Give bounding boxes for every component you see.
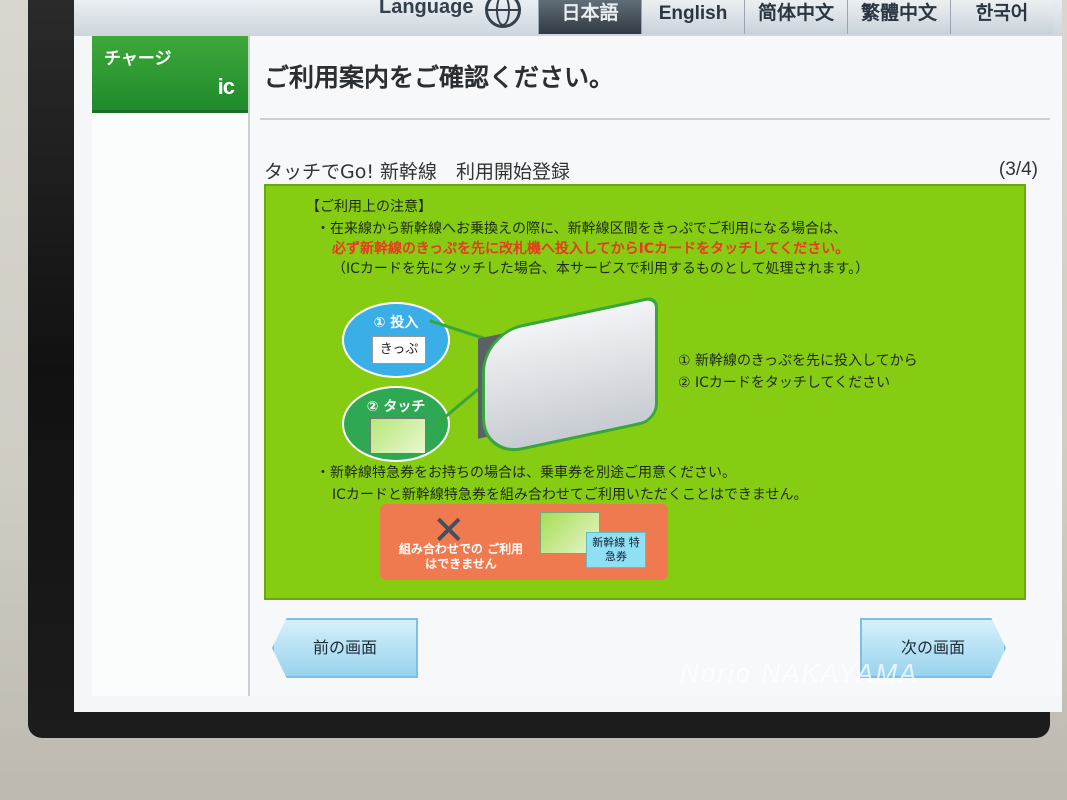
express-ticket-icon: 新幹線 特急券 (586, 532, 646, 568)
step-2-text: ② ICカードをタッチしてください (678, 375, 891, 391)
language-tab-korean[interactable]: 한국어 (950, 0, 1053, 34)
guidance-panel: 【ご利用上の注意】 ・在来線から新幹線へお乗換えの際に、新幹線区間をきっぷでご利… (264, 184, 1026, 600)
photographer-watermark: Norio NAKAYAMA (680, 658, 919, 688)
insert-ticket-bubble: ① 投入 きっぷ (342, 302, 450, 378)
page-title: ご利用案内をご確認ください。 (264, 63, 615, 92)
language-label: Language (379, 0, 474, 18)
ticket-gate-illustration (482, 295, 658, 459)
notice-bullet-1-note: （ICカードを先にタッチした場合、本サービスで利用するものとして処理されます。） (332, 261, 870, 277)
charge-label: チャージ (104, 49, 172, 69)
notice-bullet-1-warning: 必ず新幹線のきっぷを先に改札機へ投入してからICカードをタッチしてください。 (332, 241, 850, 257)
section-title: タッチでGo! 新幹線 利用開始登録 (264, 161, 571, 183)
suica-card-icon (370, 418, 426, 454)
sidebar: チャージ ic (92, 36, 250, 696)
language-tab-traditional-chinese[interactable]: 繁體中文 (847, 0, 950, 34)
screen-bezel: Language 日本語 English 简体中文 繁體中文 한국어 チャージ … (28, 0, 1062, 738)
ticket-machine-screen: Language 日本語 English 简体中文 繁體中文 한국어 チャージ … (74, 0, 1062, 712)
language-tab-english[interactable]: English (641, 0, 744, 34)
sidebar-item-charge[interactable]: チャージ ic (92, 36, 248, 113)
touch-step-title: ② タッチ (366, 399, 426, 415)
notice-bullet-2-line2: ICカードと新幹線特急券を組み合わせてご利用いただくことはできません。 (332, 487, 808, 503)
notice-bullet-2: ・新幹線特急券をお持ちの場合は、乗車券を別途ご用意ください。 (316, 465, 736, 481)
language-tab-simplified-chinese[interactable]: 简体中文 (744, 0, 847, 34)
ic-card-icon: ic (217, 74, 235, 99)
previous-screen-button[interactable]: 前の画面 (272, 618, 418, 678)
language-bar: Language 日本語 English 简体中文 繁體中文 한국어 (74, 0, 1062, 36)
combination-warning: ✕ 組み合わせでの ご利用はできません 新幹線 特急券 (380, 504, 668, 580)
step-1-text: ① 新幹線のきっぷを先に投入してから (678, 353, 918, 369)
combination-warning-text: 組み合わせでの ご利用はできません (398, 542, 524, 571)
language-tab-japanese[interactable]: 日本語 (538, 0, 641, 34)
notice-bullet-1: ・在来線から新幹線へお乗換えの際に、新幹線区間をきっぷでご利用になる場合は、 (316, 221, 848, 237)
notice-heading: 【ご利用上の注意】 (306, 199, 432, 215)
main-content: ご利用案内をご確認ください。 タッチでGo! 新幹線 利用開始登録 (3/4) … (250, 36, 1062, 696)
globe-icon (485, 0, 521, 28)
ticket-icon: きっぷ (372, 336, 426, 364)
page-indicator: (3/4) (998, 159, 1038, 180)
title-divider (260, 118, 1050, 120)
